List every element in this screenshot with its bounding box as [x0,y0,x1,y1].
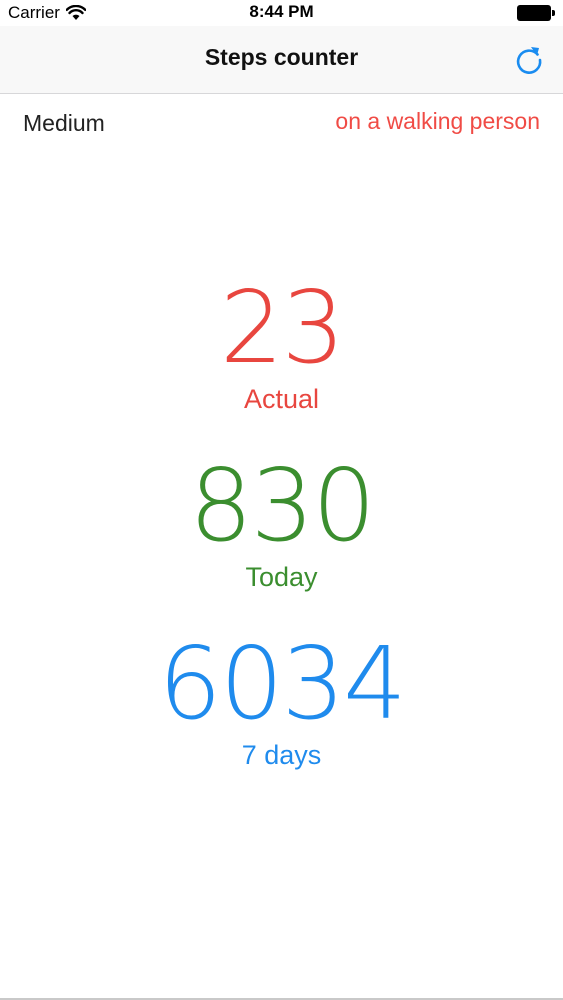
counter-week: 6034 7 days [0,634,563,772]
counter-actual: 23 Actual [0,278,563,416]
today-steps-label: Today [245,562,318,592]
activity-info-row: Medium on a walking person [0,108,563,140]
page-title: Steps counter [204,44,359,70]
week-steps-label: 7 days [241,740,322,770]
activity-confidence: Medium [23,110,105,136]
battery-body [517,5,551,21]
battery-tip [552,10,555,16]
actual-steps-label: Actual [243,384,320,414]
battery-icon [517,5,555,21]
status-time: 8:44 PM [249,2,314,21]
refresh-icon [516,47,542,74]
navigation-bar: Steps counter [0,26,563,94]
activity-type: on a walking person [335,108,540,134]
refresh-button[interactable] [509,40,549,80]
steps-counter-screen: Carrier 8:44 PM Steps counter Medium on … [0,0,563,1000]
week-steps-value: 6034 [158,625,407,742]
counter-today: 830 Today [0,456,563,594]
actual-steps-value: 23 [219,269,345,386]
status-bar: Carrier 8:44 PM [0,0,563,26]
today-steps-value: 830 [189,447,376,564]
